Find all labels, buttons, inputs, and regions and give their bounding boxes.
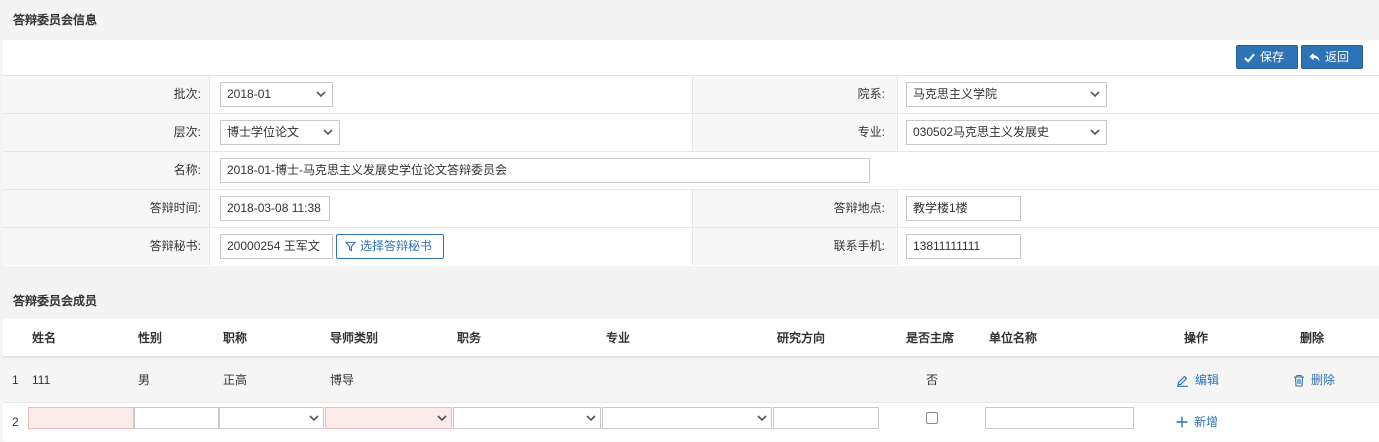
col-header-position: 职务 (457, 331, 482, 345)
level-select[interactable]: 博士学位论文 (220, 120, 340, 145)
committee-info-form: 批次: 2018-01 院系: 马克思主义学院 层次: 博士学位论文 专业: 0… (3, 76, 1379, 266)
level-label: 层次: (3, 114, 210, 151)
chevron-down-icon (586, 415, 596, 422)
filter-icon (345, 241, 356, 252)
col-header-name: 姓名 (32, 331, 57, 345)
chevron-down-icon (1090, 129, 1100, 136)
member-gender: 男 (138, 373, 151, 387)
col-header-mentor-type: 导师类别 (330, 331, 379, 345)
col-header-research: 研究方向 (777, 331, 826, 345)
new-gender-input[interactable] (134, 407, 219, 429)
member-title: 正高 (223, 373, 248, 387)
back-button[interactable]: 返回 (1301, 45, 1363, 69)
form-row-secretary: 答辩秘书: 20000254 王军文 选择答辩秘书 联系手机: 13811111… (3, 228, 1379, 266)
add-label: 新增 (1194, 415, 1219, 429)
info-section-title: 答辩委员会信息 (3, 0, 1379, 40)
delete-label: 删除 (1311, 373, 1336, 387)
chevron-down-icon (757, 415, 767, 422)
col-header-action: 操作 (1184, 331, 1209, 345)
secretary-label: 答辩秘书: (3, 228, 210, 265)
col-header-title: 职称 (223, 331, 248, 345)
toolbar: 保存 返回 (3, 40, 1379, 76)
level-value: 博士学位论文 (227, 125, 300, 139)
new-research-input[interactable] (773, 407, 879, 429)
department-label: 院系: (692, 76, 898, 113)
members-section-title: 答辩委员会成员 (3, 283, 1379, 319)
batch-select[interactable]: 2018-01 (220, 82, 333, 107)
department-select[interactable]: 马克思主义学院 (906, 82, 1107, 107)
new-mentor-type-select[interactable] (325, 407, 452, 429)
plus-icon (1176, 416, 1188, 428)
new-name-input[interactable] (28, 407, 134, 429)
time-label: 答辩时间: (3, 190, 210, 227)
batch-value: 2018-01 (227, 87, 272, 101)
col-header-delete: 删除 (1300, 331, 1325, 345)
add-link[interactable]: 新增 (1176, 408, 1218, 436)
department-value: 马克思主义学院 (913, 87, 998, 101)
new-unit-input[interactable] (985, 407, 1134, 429)
row-index: 1 (12, 373, 19, 387)
form-row-batch: 批次: 2018-01 院系: 马克思主义学院 (3, 76, 1379, 114)
major-value: 030502马克思主义发展史 (913, 125, 1050, 139)
pencil-icon (1177, 375, 1188, 387)
chevron-down-icon (316, 91, 326, 98)
phone-input[interactable]: 13811111111 (906, 234, 1021, 259)
col-header-major: 专业 (606, 331, 631, 345)
defense-place-input[interactable]: 教学楼1楼 (906, 196, 1021, 221)
major-select[interactable]: 030502马克思主义发展史 (906, 120, 1107, 145)
chevron-down-icon (437, 415, 447, 422)
member-is-chair: 否 (926, 373, 939, 387)
member-name: 111 (32, 373, 51, 387)
name-label: 名称: (3, 152, 210, 189)
member-mentor-type: 博导 (330, 373, 355, 387)
table-row: 1 111 男 正高 博导 否 编辑 删除 (3, 358, 1379, 403)
col-header-unit: 单位名称 (989, 331, 1038, 345)
chevron-down-icon (1090, 91, 1100, 98)
form-row-time: 答辩时间: 2018-03-08 11:38 答辩地点: 教学楼1楼 (3, 190, 1379, 228)
table-header: 姓名 性别 职称 导师类别 职务 专业 研究方向 是否主席 单位名称 操作 删除 (3, 319, 1379, 358)
check-icon (1244, 53, 1255, 63)
col-header-gender: 性别 (138, 331, 163, 345)
trash-icon (1294, 374, 1304, 387)
members-table: 姓名 性别 职称 导师类别 职务 专业 研究方向 是否主席 单位名称 操作 删除… (3, 319, 1379, 441)
new-row: 2 新增 (3, 403, 1379, 441)
phone-label: 联系手机: (692, 228, 898, 265)
new-title-select[interactable] (219, 407, 324, 429)
new-major-select[interactable] (602, 407, 772, 429)
defense-time-input[interactable]: 2018-03-08 11:38 (220, 196, 330, 221)
delete-link[interactable]: 删除 (1293, 358, 1335, 403)
select-secretary-button[interactable]: 选择答辩秘书 (336, 234, 444, 259)
edit-link[interactable]: 编辑 (1176, 358, 1219, 403)
edit-label: 编辑 (1195, 373, 1220, 387)
back-arrow-icon (1309, 52, 1320, 62)
secretary-input[interactable]: 20000254 王军文 (220, 234, 333, 259)
form-row-name: 名称: 2018-01-博士-马克思主义发展史学位论文答辩委员会 (3, 152, 1379, 190)
form-row-level: 层次: 博士学位论文 专业: 030502马克思主义发展史 (3, 114, 1379, 152)
chevron-down-icon (323, 129, 333, 136)
save-button-label: 保存 (1260, 50, 1285, 64)
new-is-chair-checkbox[interactable] (926, 412, 938, 424)
select-secretary-label: 选择答辩秘书 (360, 239, 433, 253)
new-position-select[interactable] (453, 407, 601, 429)
save-button[interactable]: 保存 (1236, 45, 1298, 69)
batch-label: 批次: (3, 76, 210, 113)
col-header-is-chair: 是否主席 (906, 331, 955, 345)
chevron-down-icon (309, 415, 319, 422)
major-label: 专业: (692, 114, 898, 151)
back-button-label: 返回 (1325, 50, 1350, 64)
place-label: 答辩地点: (692, 190, 898, 227)
name-input[interactable]: 2018-01-博士-马克思主义发展史学位论文答辩委员会 (220, 158, 870, 183)
row-index: 2 (12, 415, 19, 429)
